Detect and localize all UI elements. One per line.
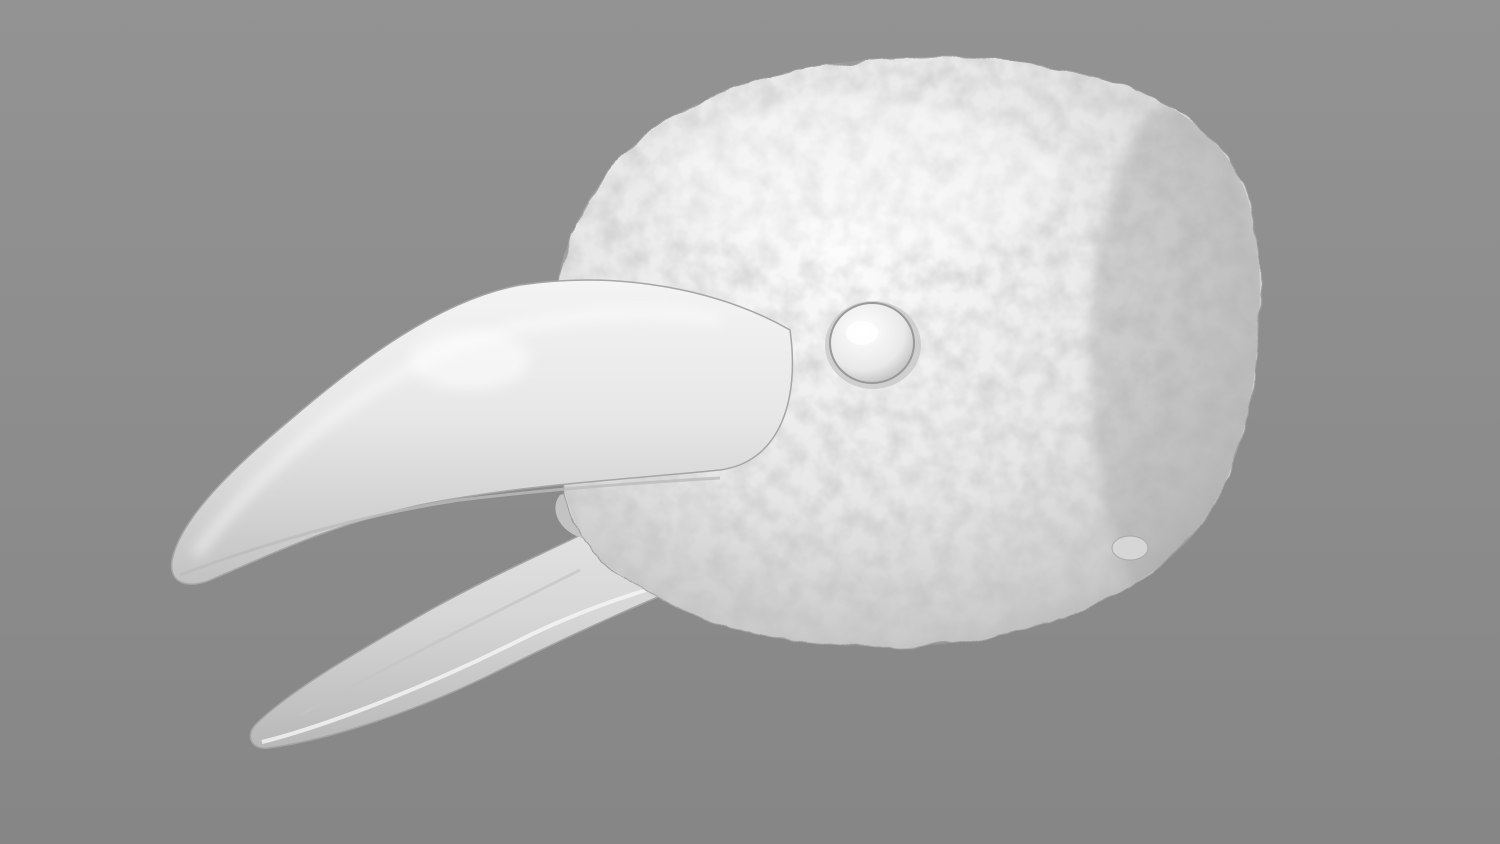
crow-head-model[interactable] (0, 0, 1500, 844)
3d-viewport[interactable] (0, 0, 1500, 844)
eye (825, 301, 921, 389)
